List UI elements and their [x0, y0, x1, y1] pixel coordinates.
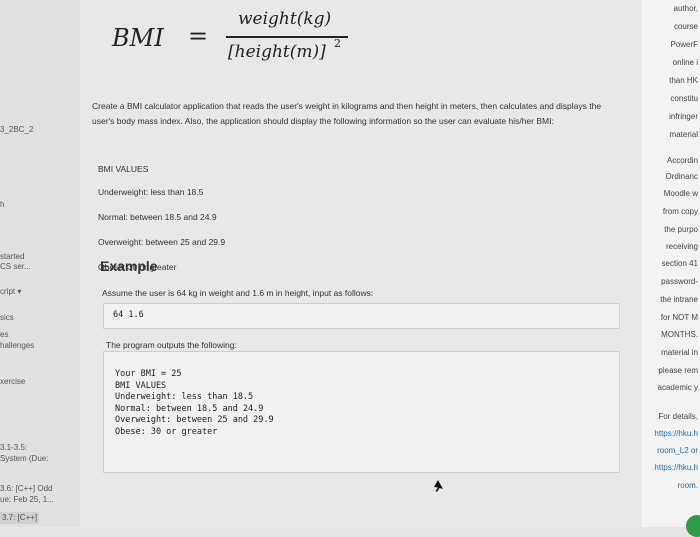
notice-line: receiving — [665, 242, 698, 251]
output-line: Underweight: less than 18.5 — [115, 392, 254, 402]
notice-line: author, — [673, 4, 698, 13]
nav-item-exercise[interactable]: xercise — [0, 377, 25, 387]
output-line: Normal: between 18.5 and 24.9 — [115, 403, 264, 414]
output-line: Overweight: between 25 and 29.9 — [115, 415, 274, 425]
formula-denominator: [height(m)] — [228, 42, 326, 62]
nav-item-script[interactable]: cript ▾ — [0, 287, 21, 297]
nav-item-course-code[interactable]: 3_2BC_2 — [0, 125, 33, 135]
notice-line: password- — [661, 277, 698, 286]
fraction-bar — [226, 36, 348, 38]
notice-line: the purpo — [664, 225, 698, 234]
notice-line: infringer — [669, 112, 698, 121]
mouse-cursor-icon — [434, 480, 443, 492]
nav-item-cs-ser[interactable]: CS ser... — [0, 262, 31, 272]
output-line: Obese: 30 or greater — [115, 426, 218, 437]
notice-link[interactable]: room_L2 or — [657, 446, 698, 456]
output-line: BMI VALUES — [115, 380, 167, 391]
notice-line: MONTHS. — [661, 330, 698, 339]
chevron-down-icon[interactable]: ▾ — [17, 287, 21, 296]
nav-item-3-1-3-5[interactable]: 3.1-3.5: — [0, 443, 27, 453]
formula-exponent: 2 — [334, 37, 341, 50]
notice-line: material — [669, 130, 698, 139]
problem-description: Create a BMI calculator application that… — [92, 101, 602, 126]
notice-line: Accordin — [666, 156, 698, 165]
notice-link[interactable]: room. — [678, 481, 698, 491]
nav-item-partial[interactable]: h — [0, 200, 4, 210]
nav-item-started[interactable]: started — [0, 252, 24, 262]
formula-lhs: BMI — [112, 24, 164, 52]
green-status-badge-icon[interactable] — [686, 515, 700, 537]
notice-line: than HK — [669, 76, 698, 85]
formula-numerator: weight(kg) — [238, 9, 332, 29]
example-heading: Example — [100, 258, 158, 274]
output-line: Your BMI = 25 — [115, 369, 182, 379]
nav-item-3-6-odd[interactable]: 3.6: [C++] Odd — [0, 484, 52, 494]
notice-line: course — [673, 22, 698, 31]
notice-line: online i — [672, 58, 698, 67]
sample-input-box: 64 1.6 — [103, 303, 620, 329]
notice-line: material in — [661, 348, 698, 357]
nav-item-3-7[interactable]: 3.7: [C++] — [0, 512, 40, 524]
notice-line: academic y — [657, 383, 698, 392]
output-intro: The program outputs the following: — [106, 340, 237, 350]
sample-input-text: 64 1.6 — [113, 310, 144, 320]
notice-line: For details, — [658, 412, 698, 421]
nav-item-system-due[interactable]: System (Due: — [0, 454, 48, 464]
notice-line: for NOT M — [660, 313, 698, 322]
left-navigation-panel: 3_2BC_2 h started CS ser... cript ▾ sics… — [0, 0, 81, 527]
bmi-formula: BMI = weight(kg) [height(m)] 2 — [112, 9, 352, 72]
bmi-values-heading: BMI VALUES — [98, 164, 149, 174]
nav-item-basics[interactable]: sics — [0, 313, 14, 323]
formula-equals: = — [188, 22, 209, 50]
notice-link[interactable]: https://hku.h — [654, 429, 698, 439]
notice-line: section 41 — [661, 259, 698, 268]
sample-output-box: Your BMI = 25 BMI VALUES Underweight: le… — [103, 351, 620, 473]
copyright-notice-panel: author, course PowerF online i than HK c… — [642, 0, 700, 527]
notice-line: Moodle w — [663, 189, 698, 198]
notice-line: from copy — [662, 207, 698, 216]
notice-line: PowerF — [670, 40, 698, 49]
notice-line: please rem — [658, 366, 698, 375]
notice-link[interactable]: https://hku.h — [654, 463, 698, 473]
bmi-item-overweight: Overweight: between 25 and 29.9 — [98, 237, 226, 247]
bmi-item-underweight: Underweight: less than 18.5 — [98, 187, 204, 197]
example-assumption: Assume the user is 64 kg in weight and 1… — [102, 288, 374, 298]
notice-line: constitu — [670, 94, 698, 103]
nav-item-es[interactable]: es — [0, 330, 8, 340]
notice-line: Ordinanc — [665, 172, 698, 181]
notice-line: the intrane — [660, 295, 698, 304]
nav-item-due-feb[interactable]: ue: Feb 25, 1... — [0, 495, 54, 505]
nav-item-challenges[interactable]: hallenges — [0, 341, 34, 351]
bmi-item-normal: Normal: between 18.5 and 24.9 — [98, 212, 217, 222]
